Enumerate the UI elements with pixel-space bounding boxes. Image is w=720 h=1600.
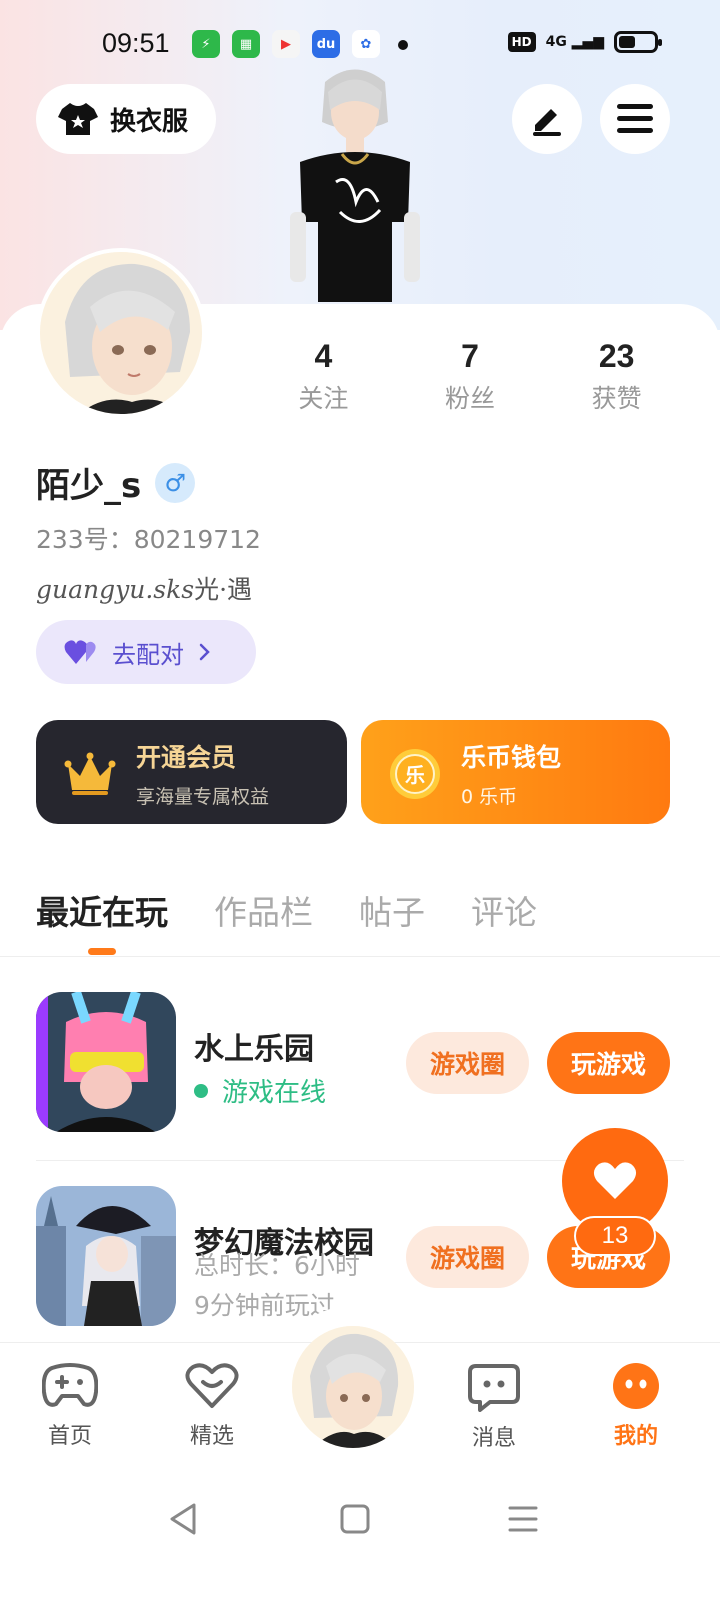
avatar-portrait	[292, 1326, 414, 1448]
stat-label: 粉丝	[445, 384, 496, 413]
stat-count: 4	[314, 338, 333, 374]
play-game-button[interactable]: 玩游戏	[547, 1032, 670, 1094]
crown-icon	[64, 752, 116, 795]
online-dot-icon	[194, 1083, 208, 1098]
tshirt-icon	[58, 103, 98, 135]
bio-text: 光·遇	[194, 575, 253, 604]
chat-bubble-icon	[468, 1364, 520, 1412]
vip-title: 开通会员	[136, 743, 237, 772]
gender-male-icon: ♂	[155, 462, 196, 503]
stat-label: 关注	[298, 384, 349, 413]
nav-profile[interactable]: 我的	[586, 1362, 686, 1450]
system-icons: HD 4G ▂▄▆	[507, 31, 662, 53]
profile-tabs: 最近在玩 作品栏 帖子 评论	[36, 886, 537, 934]
tab-recent-played[interactable]: 最近在玩	[36, 886, 168, 934]
tab-works[interactable]: 作品栏	[214, 886, 313, 934]
active-tab-indicator	[88, 948, 116, 955]
notification-icons: ⚡ ▦ ▶ du ✿	[192, 30, 380, 58]
profile-face-icon	[613, 1363, 659, 1409]
baidu-icon: du	[312, 30, 340, 58]
game-name: 水上乐园	[194, 1032, 314, 1067]
game-circle-button[interactable]: 游戏圈	[406, 1226, 529, 1288]
notification-app-icon: ▶	[272, 30, 300, 58]
notification-dot	[398, 40, 408, 50]
tab-divider	[0, 956, 720, 957]
baidu-paw-icon: ✿	[352, 30, 380, 58]
vip-subtitle: 享海量专属权益	[136, 786, 270, 808]
game-total-duration: 总时长：6小时	[194, 1251, 360, 1280]
user-id: 233号：80219712	[36, 525, 261, 554]
avatar-3d-figure[interactable]	[280, 62, 430, 307]
battery-icon	[614, 31, 662, 53]
back-icon[interactable]	[168, 1502, 200, 1536]
stat-likes[interactable]: 23 获赞	[543, 338, 690, 415]
game-circle-button[interactable]: 游戏圈	[406, 1032, 529, 1094]
nav-home[interactable]: 首页	[20, 1362, 120, 1450]
nav-messages[interactable]: 消息	[444, 1362, 544, 1452]
tab-posts[interactable]: 帖子	[359, 886, 425, 934]
game-thumbnail	[36, 1186, 176, 1326]
recents-icon[interactable]	[508, 1504, 538, 1534]
game-online-status: 游戏在线	[194, 1072, 326, 1109]
heart-outline-icon	[185, 1363, 239, 1408]
stat-count: 23	[598, 338, 635, 374]
username: 陌少_s	[36, 466, 142, 506]
home-icon[interactable]	[340, 1504, 370, 1534]
match-button[interactable]: 去配对	[36, 620, 256, 684]
nav-label: 我的	[613, 1424, 658, 1449]
coin-char: 乐	[405, 763, 425, 787]
game-status-text: 游戏在线	[222, 1078, 327, 1108]
game-icon[interactable]	[36, 992, 176, 1132]
vip-membership-card[interactable]: 开通会员 享海量专属权益	[36, 720, 347, 824]
stat-following[interactable]: 4 关注	[250, 338, 397, 415]
wallet-balance: 0 乐币	[461, 786, 518, 808]
nav-avatar-button[interactable]	[292, 1326, 414, 1448]
avatar[interactable]	[36, 248, 206, 418]
stat-label: 获赞	[591, 384, 642, 413]
list-item[interactable]: 水上乐园 游戏在线 游戏圈 玩游戏	[36, 992, 684, 1134]
notification-app-icon: ▦	[232, 30, 260, 58]
edit-profile-button[interactable]	[512, 84, 582, 154]
username-row: 陌少_s ♂	[36, 458, 196, 507]
double-heart-icon	[64, 640, 96, 664]
change-outfit-label: 换衣服	[110, 106, 189, 137]
nav-label: 首页	[47, 1424, 92, 1449]
nav-label: 消息	[471, 1426, 516, 1451]
wallet-title: 乐币钱包	[461, 743, 562, 772]
gamepad-icon	[41, 1363, 99, 1407]
avatar-portrait	[40, 252, 202, 414]
user-bio: guangyu.sks光·遇	[36, 570, 252, 606]
menu-icon	[617, 104, 653, 133]
tab-comments[interactable]: 评论	[471, 886, 537, 934]
match-label: 去配对	[112, 640, 184, 669]
chevron-right-icon	[199, 643, 210, 661]
profile-stats: 4 关注 7 粉丝 23 获赞	[250, 338, 690, 415]
edit-icon	[533, 109, 561, 136]
menu-button[interactable]	[600, 84, 670, 154]
hd-icon: HD	[507, 32, 536, 52]
nav-label: 精选	[189, 1424, 234, 1449]
system-navigation-bar	[0, 1456, 720, 1600]
stat-count: 7	[461, 338, 479, 374]
bio-italic: guangyu.sks	[36, 575, 195, 604]
nav-featured[interactable]: 精选	[162, 1362, 262, 1450]
stat-followers[interactable]: 7 粉丝	[397, 338, 544, 415]
notification-app-icon: ⚡	[192, 30, 220, 58]
like-count-badge: 13	[574, 1216, 656, 1256]
coin-icon: 乐	[390, 749, 440, 799]
game-thumbnail	[36, 992, 176, 1132]
status-time: 09:51	[102, 28, 170, 58]
status-bar: 09:51 ⚡ ▦ ▶ du ✿ HD 4G ▂▄▆	[0, 22, 720, 66]
game-icon[interactable]	[36, 1186, 176, 1326]
change-outfit-button[interactable]: 换衣服	[36, 84, 216, 154]
wallet-card[interactable]: 乐 乐币钱包 0 乐币	[361, 720, 670, 824]
heart-icon	[593, 1162, 637, 1199]
signal-icon: 4G ▂▄▆	[545, 34, 604, 50]
